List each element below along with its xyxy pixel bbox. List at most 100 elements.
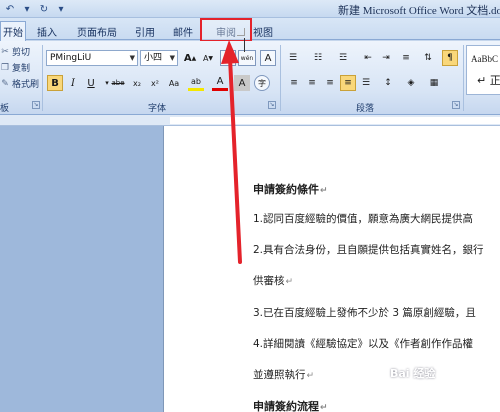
change-case-button[interactable]: Aa xyxy=(166,75,182,91)
copy-label: 复制 xyxy=(12,64,31,74)
phonetic-guide-button[interactable]: wén xyxy=(238,50,256,66)
highlight-button[interactable]: ab xyxy=(188,75,204,91)
grow-font-icon: A xyxy=(183,52,192,64)
show-marks-button[interactable]: ¶ xyxy=(442,50,458,66)
strikethrough-icon: abe xyxy=(111,79,125,87)
doc-line: 申請簽約流程↵ xyxy=(253,398,328,412)
increase-indent-button[interactable]: ⇥ xyxy=(378,50,394,66)
borders-button[interactable]: ▦ xyxy=(426,75,442,91)
undo-icon[interactable]: ↶ xyxy=(3,2,17,16)
subscript-button[interactable]: x₂ xyxy=(129,75,145,91)
text-cursor xyxy=(244,38,245,52)
chevron-down-icon: ▼ xyxy=(169,54,175,62)
underline-button[interactable]: U xyxy=(83,75,99,91)
align-right-button[interactable]: ≡ xyxy=(322,75,338,91)
font-size-value: 小四 xyxy=(144,53,163,63)
align-center-button[interactable]: ≡ xyxy=(304,75,320,91)
bold-button[interactable]: B xyxy=(47,75,63,91)
cut-label: 剪切 xyxy=(12,48,31,58)
char-shading-icon: A xyxy=(238,77,246,89)
doc-line-text: 2.具有合法身份，且自願提供包括真實姓名，銀行 xyxy=(253,244,484,256)
style-name: ↵ 正 xyxy=(477,74,500,87)
doc-line: 4.詳細閱讀《經驗協定》以及《作者創作作品權 xyxy=(253,336,473,351)
redo-icon[interactable]: ↻ xyxy=(37,2,51,16)
doc-line: 3.已在百度經驗上發佈不少於 3 篇原創經驗，且 xyxy=(253,305,476,320)
tab-view[interactable]: 视图 xyxy=(248,22,278,40)
doc-line: 2.具有合法身份，且自願提供包括真實姓名，銀行 xyxy=(253,242,484,257)
clipboard-group-label: 板 xyxy=(0,104,10,114)
doc-line-text: 並遵照執行 xyxy=(253,369,306,381)
group-divider xyxy=(463,45,464,111)
doc-line-text: 申請簽約條件 xyxy=(253,183,319,196)
superscript-button[interactable]: x² xyxy=(147,75,163,91)
doc-line-text: 1.認同百度經驗的價值，願意為廣大網民提供高 xyxy=(253,213,474,225)
doc-line-text: 供審核 xyxy=(253,275,285,287)
bold-icon: B xyxy=(51,77,59,89)
bullets-button[interactable]: ☰ xyxy=(285,50,301,66)
ribbon: ✂ 剪切 ❐ 复制 ✎ 格式刷 板 ↘ PMingLiU ▼ 小四 ▼ A ▲ A… xyxy=(0,41,500,115)
char-border-button[interactable]: A xyxy=(260,50,276,66)
style-preview-text: AaBbC xyxy=(471,54,498,64)
grow-font-button[interactable]: A ▲ xyxy=(182,50,198,66)
enclose-char-button[interactable]: 字 xyxy=(254,75,270,91)
cut-button[interactable]: ✂ 剪切 xyxy=(0,45,31,59)
chevron-down-icon: ▼ xyxy=(129,54,135,62)
char-border-icon: A xyxy=(264,52,272,64)
strikethrough-button[interactable]: abe xyxy=(110,75,126,91)
scissors-icon: ✂ xyxy=(1,46,9,57)
title-bar: ↶ ▾ ↻ ▾ 新建 Microsoft Office Word 文档.doc xyxy=(0,0,500,18)
clear-format-button[interactable]: A xyxy=(220,50,236,66)
group-divider xyxy=(42,45,43,111)
italic-button[interactable]: I xyxy=(65,75,81,91)
format-painter-label: 格式刷 xyxy=(12,80,40,90)
numbering-button[interactable]: ☷ xyxy=(310,50,326,66)
line-spacing-button[interactable]: ↕ xyxy=(380,75,396,91)
shrink-font-button[interactable]: A ▼ xyxy=(200,50,216,66)
doc-line-text: 3.已在百度經驗上發佈不少於 3 篇原創經驗，且 xyxy=(253,307,476,319)
font-size-select[interactable]: 小四 ▼ xyxy=(140,50,178,66)
chinese-layout-button[interactable]: ≡ xyxy=(398,50,414,66)
clipboard-launcher-icon[interactable]: ↘ xyxy=(32,101,40,109)
tab-mailings[interactable]: 邮件 xyxy=(168,22,198,40)
quick-access-toolbar: ↶ ▾ ↻ ▾ xyxy=(0,0,68,18)
paragraph-mark: ↵ xyxy=(306,371,315,381)
tab-page-layout[interactable]: 页面布局 xyxy=(72,22,122,40)
tab-home[interactable]: 开始 xyxy=(0,21,26,41)
font-family-value: PMingLiU xyxy=(50,53,92,63)
superscript-icon: x² xyxy=(151,78,159,88)
paragraph-mark: ↵ xyxy=(320,403,328,412)
shading-button[interactable]: ◈ xyxy=(403,75,419,91)
font-color-button[interactable]: A xyxy=(212,75,228,91)
brush-icon: ✎ xyxy=(1,78,9,89)
paragraph-launcher-icon[interactable]: ↘ xyxy=(452,101,460,109)
tab-references[interactable]: 引用 xyxy=(128,22,162,40)
decrease-indent-button[interactable]: ⇤ xyxy=(360,50,376,66)
page-margin-mark xyxy=(237,28,245,36)
watermark: Bai 经验 xyxy=(390,367,436,380)
dropdown-icon[interactable]: ▾ xyxy=(20,2,34,16)
phonetic-guide-icon: wén xyxy=(240,54,254,62)
align-left-button[interactable]: ≡ xyxy=(286,75,302,91)
window-title: 新建 Microsoft Office Word 文档.doc xyxy=(338,5,500,17)
multilevel-list-button[interactable]: ☲ xyxy=(335,50,351,66)
italic-icon: I xyxy=(71,77,75,89)
distributed-button[interactable]: ☰ xyxy=(358,75,374,91)
doc-line-text: 4.詳細閱讀《經驗協定》以及《作者創作作品權 xyxy=(253,338,474,350)
change-case-icon: Aa xyxy=(168,78,180,88)
ruler-text-area xyxy=(170,117,500,124)
justify-button[interactable]: ≡ xyxy=(340,75,356,91)
document-page[interactable] xyxy=(163,126,500,412)
copy-button[interactable]: ❐ 复制 xyxy=(0,61,31,75)
customize-qat-icon[interactable]: ▾ xyxy=(54,2,68,16)
doc-line-text: 申請簽約流程 xyxy=(253,400,319,412)
font-family-select[interactable]: PMingLiU ▼ xyxy=(46,50,138,66)
tab-insert[interactable]: 插入 xyxy=(32,22,62,40)
horizontal-ruler[interactable] xyxy=(0,115,500,126)
sort-button[interactable]: ⇅ xyxy=(420,50,436,66)
subscript-icon: x₂ xyxy=(133,78,141,88)
char-shading-button[interactable]: A xyxy=(234,75,250,91)
copy-icon: ❐ xyxy=(0,62,10,73)
font-launcher-icon[interactable]: ↘ xyxy=(268,101,276,109)
format-painter-button[interactable]: ✎ 格式刷 xyxy=(0,77,40,91)
style-gallery-item[interactable]: AaBbC ↵ 正 xyxy=(466,45,500,95)
